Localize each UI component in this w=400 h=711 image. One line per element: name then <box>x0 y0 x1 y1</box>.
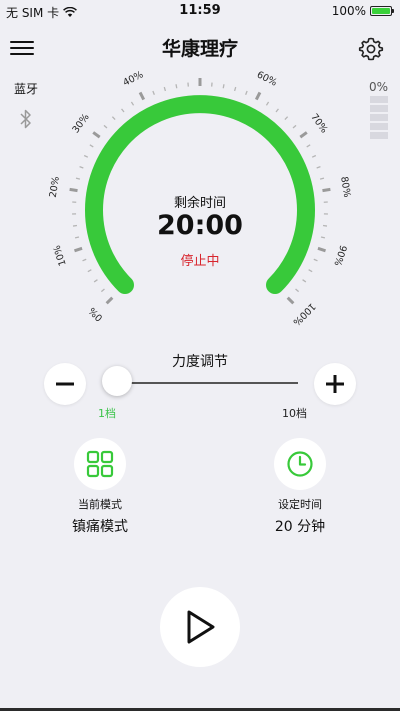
gear-icon <box>358 37 384 61</box>
battery-percent: 100% <box>331 4 366 18</box>
decrease-button[interactable] <box>44 363 86 405</box>
gauge-minor-tick <box>87 269 92 273</box>
gauge-minor-tick <box>79 166 84 169</box>
battery-status: 100% <box>331 4 394 18</box>
intensity-min-label: 1档 <box>98 407 116 420</box>
gauge-minor-tick <box>311 154 317 158</box>
gauge-minor-tick <box>111 116 116 121</box>
remaining-time-label: 剩余时间 <box>173 196 226 211</box>
gauge-minor-tick <box>222 84 225 89</box>
minus-icon <box>56 382 74 386</box>
gauge-minor-tick <box>265 101 270 106</box>
gauge-major-tick <box>105 296 114 305</box>
play-button[interactable] <box>160 587 240 667</box>
gauge-major-tick <box>138 91 146 101</box>
gauge-minor-tick <box>121 108 125 113</box>
gauge-minor-tick <box>83 154 89 158</box>
battery-icon <box>370 6 394 16</box>
timer-value: 20 分钟 <box>274 519 326 535</box>
play-icon <box>187 610 215 644</box>
gauge-tick-label: 60% <box>255 70 279 89</box>
timer-button[interactable] <box>274 438 326 490</box>
plus-icon <box>326 375 344 393</box>
intensity-max-label: 10档 <box>282 407 307 420</box>
gauge-minor-tick <box>100 288 105 293</box>
gauge-minor-tick <box>306 144 311 148</box>
gauge-major-tick <box>254 91 262 101</box>
gauge-minor-tick <box>93 279 98 283</box>
gauge-minor-tick <box>130 101 135 106</box>
gauge-minor-tick <box>308 269 313 273</box>
gauge-tick-label: 100% <box>290 300 317 327</box>
mode-button[interactable] <box>74 438 126 490</box>
gauge-minor-tick <box>103 124 108 129</box>
gauge-minor-tick <box>292 124 297 129</box>
gauge-minor-tick <box>163 86 167 92</box>
gauge-minor-tick <box>316 166 321 169</box>
mode-value: 镇痛模式 <box>72 519 128 535</box>
increase-button[interactable] <box>314 363 356 405</box>
remaining-time-value: 20:00 <box>157 210 243 241</box>
gauge-tick-label: 0% <box>87 305 105 323</box>
intensity-slider-thumb[interactable] <box>102 366 132 396</box>
gauge-major-tick <box>92 131 101 139</box>
gauge-major-tick <box>322 187 331 193</box>
gauge-major-tick <box>286 296 295 305</box>
page-title: 华康理疗 <box>161 38 238 60</box>
gauge-minor-tick <box>319 177 325 180</box>
grid-icon <box>86 450 114 478</box>
gauge-minor-tick <box>284 116 289 121</box>
gauge-minor-tick <box>75 177 81 180</box>
gauge-minor-tick <box>302 279 307 283</box>
timer-caption: 设定时间 <box>278 498 322 511</box>
intensity-slider-track[interactable] <box>110 382 298 384</box>
gauge-major-tick <box>69 187 78 193</box>
gauge-minor-tick <box>152 90 155 95</box>
status-bar: 无 SIM 卡 11:59 100% <box>0 0 400 22</box>
gauge-minor-tick <box>275 108 279 113</box>
gauge-minor-tick <box>245 90 248 95</box>
gauge-tick-label: 30% <box>70 112 91 136</box>
settings-button[interactable] <box>358 36 384 62</box>
gauge-minor-tick <box>233 86 237 92</box>
mode-caption: 当前模式 <box>78 498 122 511</box>
run-state: 停止中 <box>180 254 220 269</box>
gauge-minor-tick <box>89 144 94 148</box>
clock-icon <box>287 451 313 477</box>
gauge-tick-label: 70% <box>308 112 329 136</box>
gauge-major-tick <box>299 131 308 139</box>
gauge-tick-label: 40% <box>121 70 145 89</box>
gauge-minor-tick <box>295 288 300 293</box>
gauge-minor-tick <box>175 84 178 89</box>
